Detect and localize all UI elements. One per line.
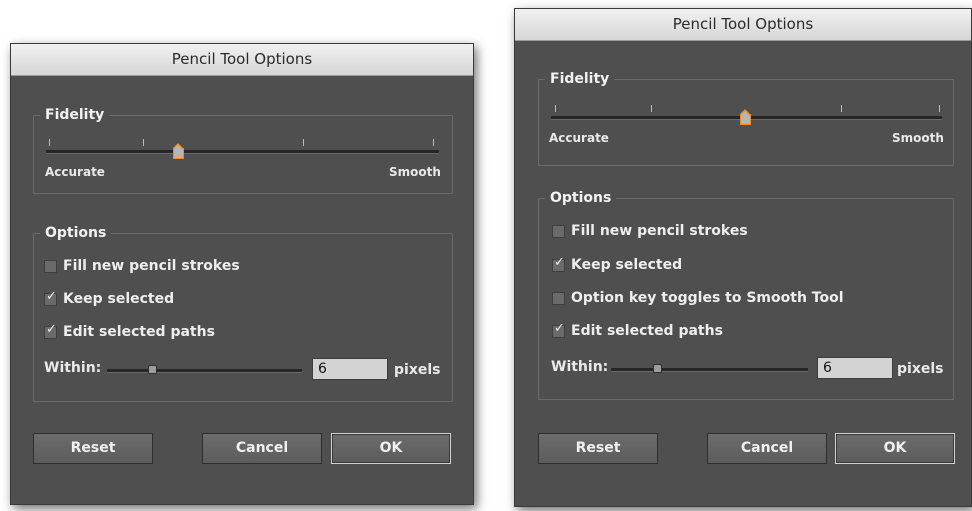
fidelity-slider-thumb[interactable]	[173, 143, 184, 159]
option-label: Edit selected paths	[571, 323, 723, 339]
ok-button[interactable]: OK	[331, 433, 451, 464]
keep-selected-option[interactable]: ✓ Keep selected	[44, 289, 174, 309]
checkbox[interactable]: ✓	[44, 322, 57, 339]
fidelity-slider-track[interactable]	[46, 150, 439, 154]
fill-new-pencil-strokes-option[interactable]: Fill new pencil strokes	[44, 256, 240, 276]
within-slider-thumb[interactable]	[653, 364, 662, 373]
within-slider-track[interactable]	[107, 369, 302, 373]
dialog-title[interactable]: Pencil Tool Options	[11, 44, 473, 76]
checkmark-icon: ✓	[46, 321, 57, 337]
option-label: Keep selected	[571, 257, 683, 273]
smooth-label: Smooth	[892, 131, 944, 145]
fidelity-tick	[939, 105, 940, 112]
fidelity-tick	[651, 105, 652, 112]
fill-new-pencil-strokes-option[interactable]: Fill new pencil strokes	[552, 221, 748, 241]
fidelity-legend: Fidelity	[40, 106, 110, 124]
within-value-field[interactable]: 6	[312, 358, 388, 380]
fidelity-legend: Fidelity	[545, 70, 615, 88]
checkmark-icon: ✓	[46, 288, 57, 304]
checkmark-icon: ✓	[554, 254, 565, 270]
edit-selected-paths-option[interactable]: ✓ Edit selected paths	[552, 321, 723, 341]
fidelity-tick	[433, 139, 434, 146]
fidelity-tick	[49, 139, 50, 146]
cancel-button[interactable]: Cancel	[202, 433, 322, 464]
option-label: Fill new pencil strokes	[63, 258, 240, 274]
fidelity-group: Fidelity	[33, 106, 453, 194]
within-label: Within:	[551, 359, 609, 375]
reset-button[interactable]: Reset	[33, 433, 153, 464]
checkbox[interactable]	[552, 224, 565, 238]
option-label: Edit selected paths	[63, 324, 215, 340]
within-slider-track[interactable]	[611, 368, 808, 372]
fidelity-tick	[841, 105, 842, 112]
options-legend: Options	[40, 224, 112, 242]
options-legend: Options	[545, 189, 617, 207]
accurate-label: Accurate	[45, 165, 105, 179]
within-label: Within:	[44, 360, 102, 376]
checkmark-icon: ✓	[554, 320, 565, 336]
keep-selected-option[interactable]: ✓ Keep selected	[552, 255, 682, 275]
checkbox[interactable]: ✓	[552, 321, 565, 338]
checkbox[interactable]	[552, 291, 565, 305]
edit-selected-paths-option[interactable]: ✓ Edit selected paths	[44, 322, 215, 342]
fidelity-tick	[303, 139, 304, 146]
dialog-title[interactable]: Pencil Tool Options	[515, 9, 971, 41]
pencil-tool-options-dialog-1: Pencil Tool Options Fidelity Accurate Sm…	[10, 43, 474, 505]
checkbox[interactable]: ✓	[552, 255, 565, 272]
pixels-unit-label: pixels	[897, 361, 944, 377]
pencil-tool-options-dialog-2: Pencil Tool Options Fidelity Accurate Sm…	[514, 8, 972, 507]
option-label: Keep selected	[63, 291, 175, 307]
accurate-label: Accurate	[549, 131, 609, 145]
within-value-field[interactable]: 6	[817, 357, 893, 379]
option-label: Fill new pencil strokes	[571, 223, 748, 239]
checkbox[interactable]: ✓	[44, 289, 57, 306]
pixels-unit-label: pixels	[394, 362, 441, 378]
option-key-toggles-smooth-tool-option[interactable]: Option key toggles to Smooth Tool	[552, 288, 844, 308]
fidelity-slider-thumb[interactable]	[740, 109, 751, 125]
ok-button[interactable]: OK	[835, 433, 955, 464]
option-label: Option key toggles to Smooth Tool	[571, 290, 844, 306]
fidelity-tick	[555, 105, 556, 112]
fidelity-tick	[143, 139, 144, 146]
within-slider-thumb[interactable]	[148, 365, 157, 374]
reset-button[interactable]: Reset	[538, 433, 658, 464]
cancel-button[interactable]: Cancel	[707, 433, 827, 464]
smooth-label: Smooth	[389, 165, 441, 179]
checkbox[interactable]	[44, 259, 57, 273]
